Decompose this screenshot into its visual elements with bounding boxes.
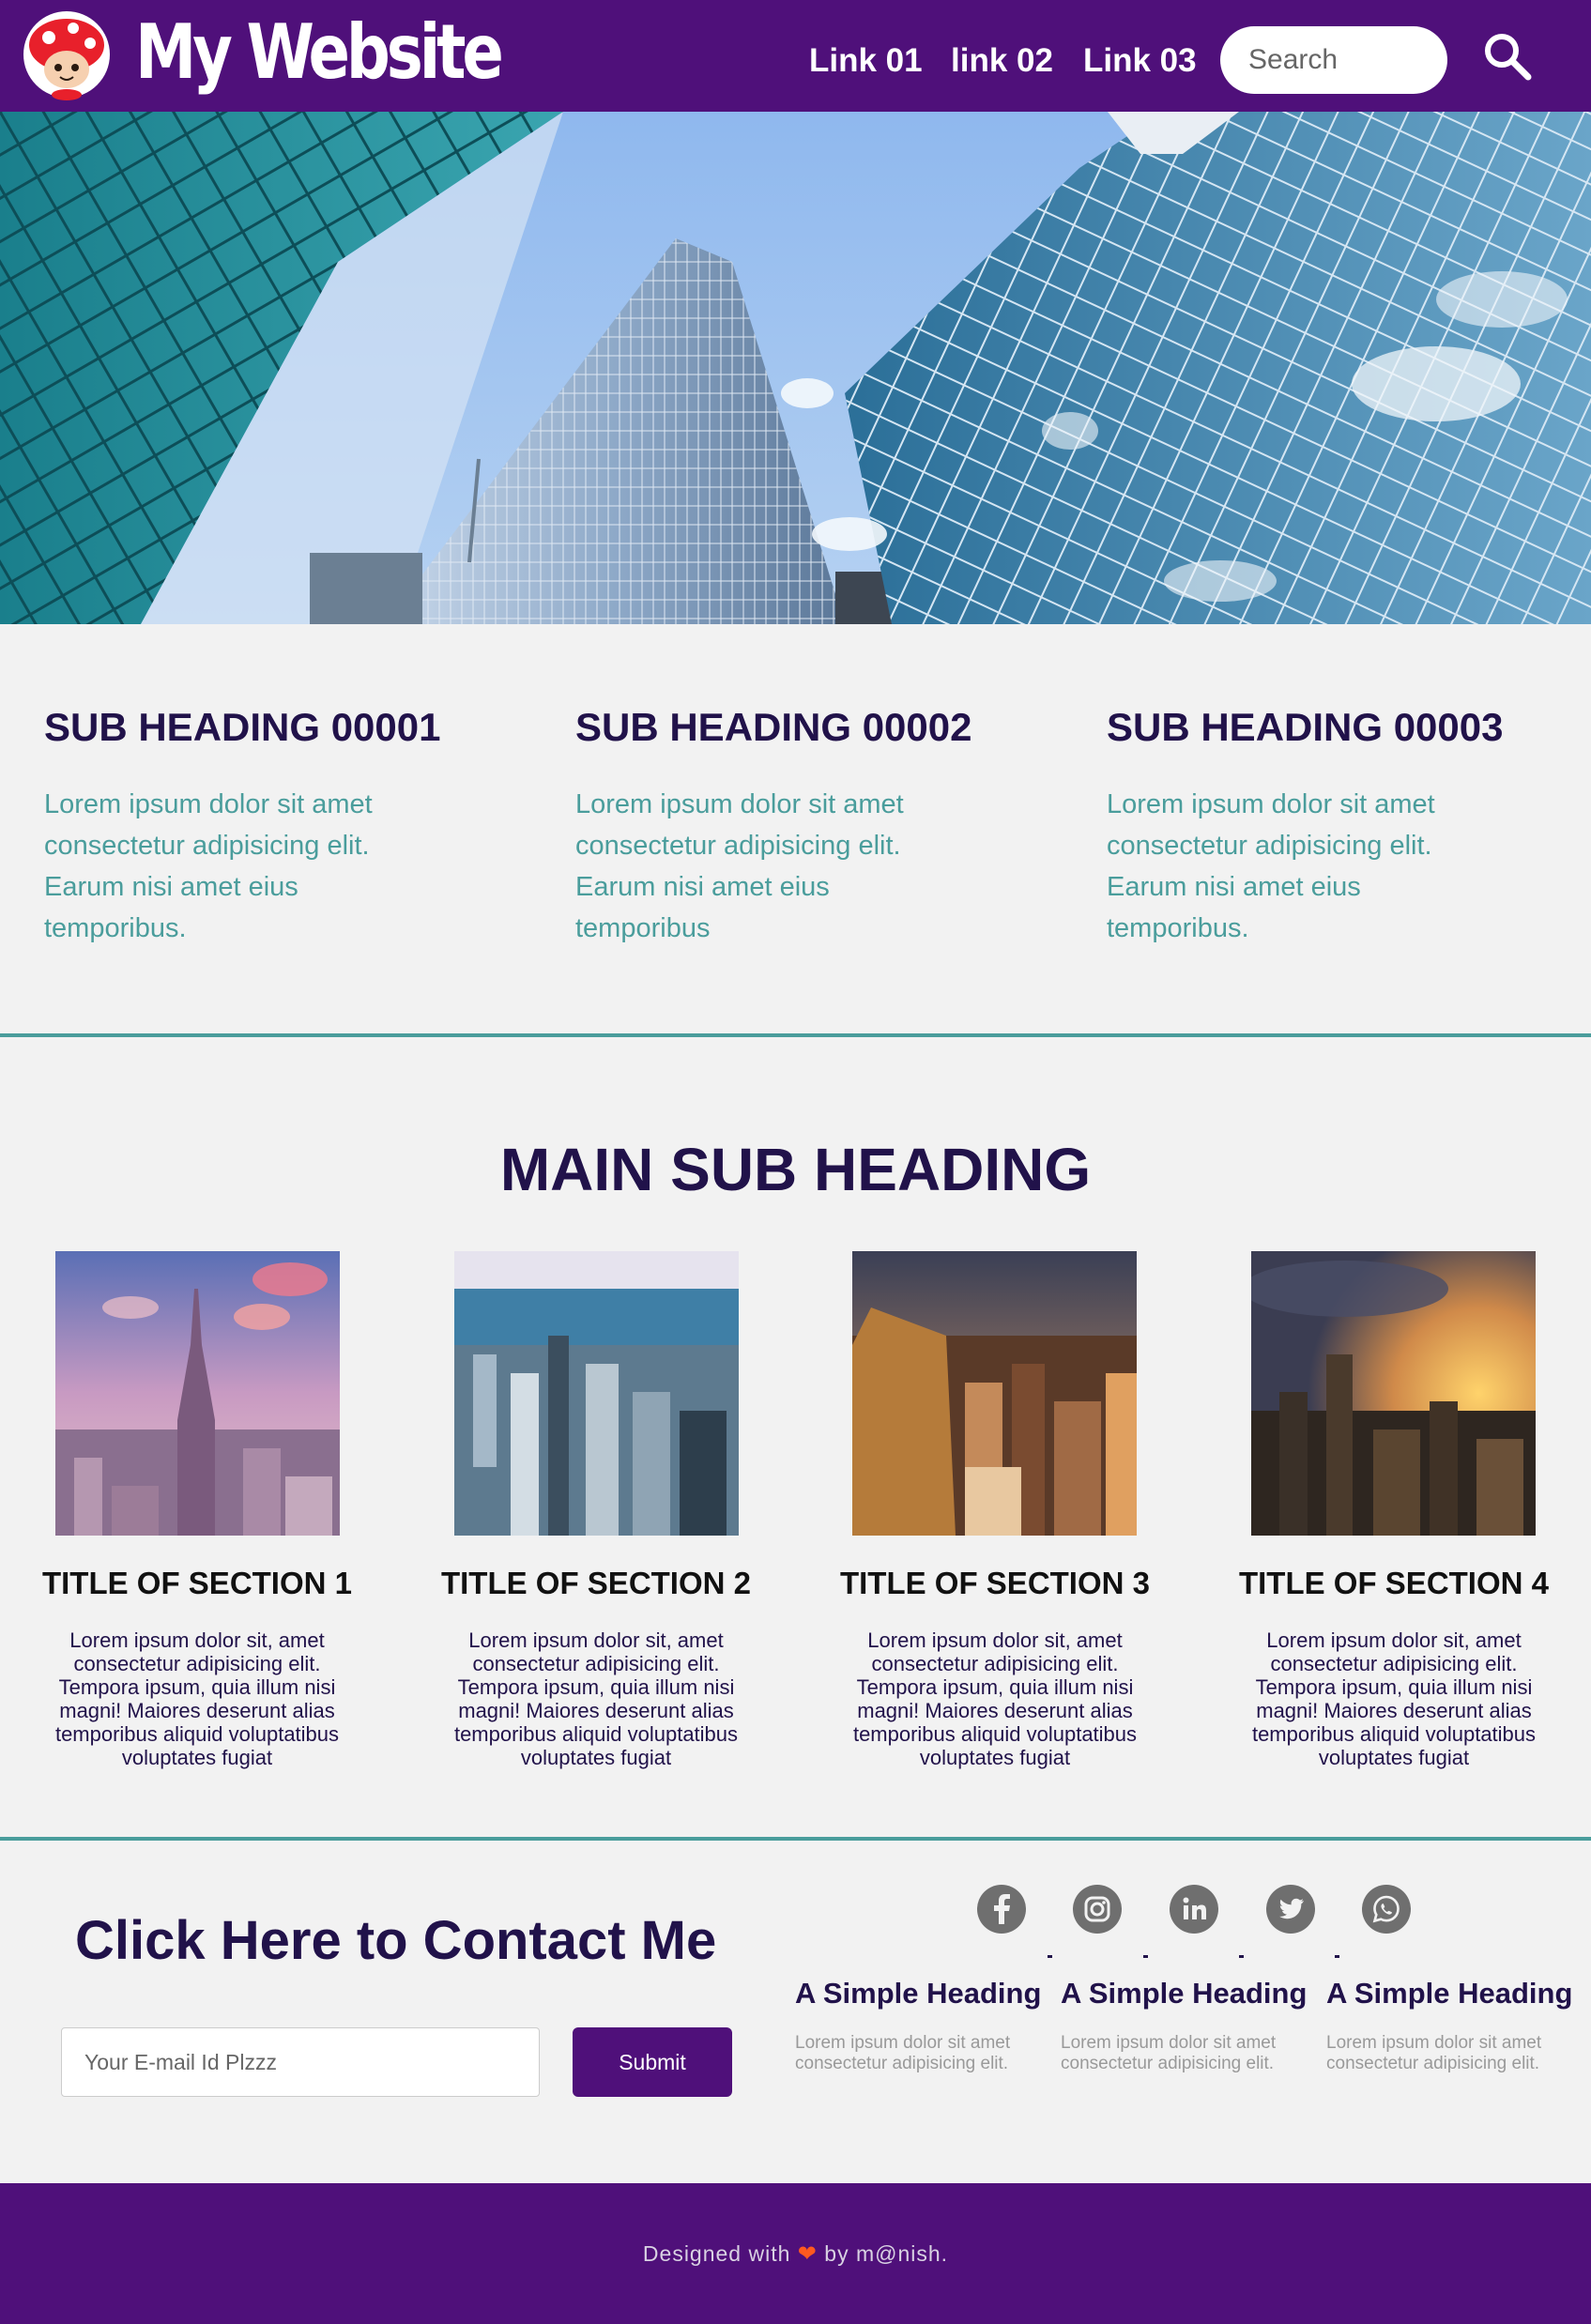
- info-heading: A Simple Heading: [795, 1977, 1042, 2010]
- nav-link-01[interactable]: Link 01: [809, 39, 923, 83]
- footer-prefix: Designed with: [642, 2241, 791, 2266]
- section-text: Lorem ipsum dolor sit, amet consectetur …: [852, 1628, 1138, 1769]
- twitter-icon[interactable]: [1266, 1885, 1315, 1934]
- info-text: Lorem ipsum dolor sit amet consectetur a…: [795, 2033, 1011, 2073]
- nav-link-03[interactable]: Link 03: [1083, 39, 1197, 83]
- nav-link-02[interactable]: link 02: [951, 39, 1053, 83]
- feature-text: Lorem ipsum dolor sit amet consectetur a…: [575, 789, 904, 943]
- decor-dash: [1048, 1955, 1052, 1958]
- section-text: Lorem ipsum dolor sit, amet consectetur …: [1251, 1628, 1537, 1769]
- feature-column-3: SUB HEADING 00003 Lorem ipsum dolor sit …: [1107, 699, 1591, 949]
- footer-credit: Designed with ❤ by m@nish.: [0, 2238, 1591, 2270]
- linkedin-icon[interactable]: [1170, 1885, 1218, 1934]
- instagram-icon[interactable]: [1073, 1885, 1122, 1934]
- email-field[interactable]: [61, 2027, 540, 2097]
- info-heading: A Simple Heading: [1061, 1977, 1308, 2010]
- feature-column-1: SUB HEADING 00001 Lorem ipsum dolor sit …: [44, 699, 532, 949]
- section-4-image: [1251, 1251, 1536, 1536]
- info-column-2: A Simple Heading Lorem ipsum dolor sit a…: [1061, 1969, 1308, 2074]
- hero-image: [0, 112, 1591, 624]
- site-logo-text[interactable]: My Website: [135, 8, 504, 98]
- section-title: TITLE OF SECTION 4: [1238, 1566, 1550, 1600]
- section-1-image: [55, 1251, 340, 1536]
- heart-icon: ❤: [797, 2241, 818, 2267]
- decor-dash: [1335, 1955, 1339, 1958]
- site-footer: Designed with ❤ by m@nish.: [0, 2183, 1591, 2324]
- feature-column-2: SUB HEADING 00002 Lorem ipsum dolor sit …: [575, 699, 1063, 949]
- section-text: Lorem ipsum dolor sit, amet consectetur …: [54, 1628, 340, 1769]
- main-sub-heading: MAIN SUB HEADING: [499, 1136, 1092, 1203]
- decor-dash: [1239, 1955, 1244, 1958]
- section-divider: [0, 1837, 1591, 1841]
- section-3-image: [852, 1251, 1137, 1536]
- search-icon[interactable]: [1481, 30, 1534, 83]
- info-text: Lorem ipsum dolor sit amet consectetur a…: [1061, 2033, 1277, 2073]
- feature-heading: SUB HEADING 00002: [575, 705, 972, 749]
- section-title: TITLE OF SECTION 2: [440, 1566, 752, 1600]
- info-text: Lorem ipsum dolor sit amet consectetur a…: [1326, 2033, 1542, 2073]
- whatsapp-icon[interactable]: [1362, 1885, 1411, 1934]
- footer-suffix: by m@nish.: [824, 2241, 949, 2266]
- submit-button[interactable]: Submit: [573, 2027, 732, 2097]
- feature-heading: SUB HEADING 00001: [44, 705, 441, 749]
- feature-text: Lorem ipsum dolor sit amet consectetur a…: [44, 789, 373, 943]
- facebook-icon[interactable]: [977, 1885, 1026, 1934]
- decor-dash: [1143, 1955, 1148, 1958]
- section-title: TITLE OF SECTION 3: [839, 1566, 1151, 1600]
- section-title: TITLE OF SECTION 1: [41, 1566, 353, 1600]
- contact-heading[interactable]: Click Here to Contact Me: [75, 1904, 716, 1979]
- info-column-1: A Simple Heading Lorem ipsum dolor sit a…: [795, 1969, 1042, 2074]
- mushroom-logo-icon[interactable]: [21, 8, 113, 101]
- section-text: Lorem ipsum dolor sit, amet consectetur …: [453, 1628, 739, 1769]
- info-heading: A Simple Heading: [1326, 1977, 1573, 2010]
- site-header: My Website Link 01 link 02 Link 03: [0, 0, 1591, 112]
- section-2-image: [454, 1251, 739, 1536]
- section-divider: [0, 1033, 1591, 1037]
- feature-text: Lorem ipsum dolor sit amet consectetur a…: [1107, 789, 1435, 943]
- info-column-3: A Simple Heading Lorem ipsum dolor sit a…: [1326, 1969, 1573, 2074]
- search-input[interactable]: [1220, 26, 1447, 94]
- feature-heading: SUB HEADING 00003: [1107, 705, 1504, 749]
